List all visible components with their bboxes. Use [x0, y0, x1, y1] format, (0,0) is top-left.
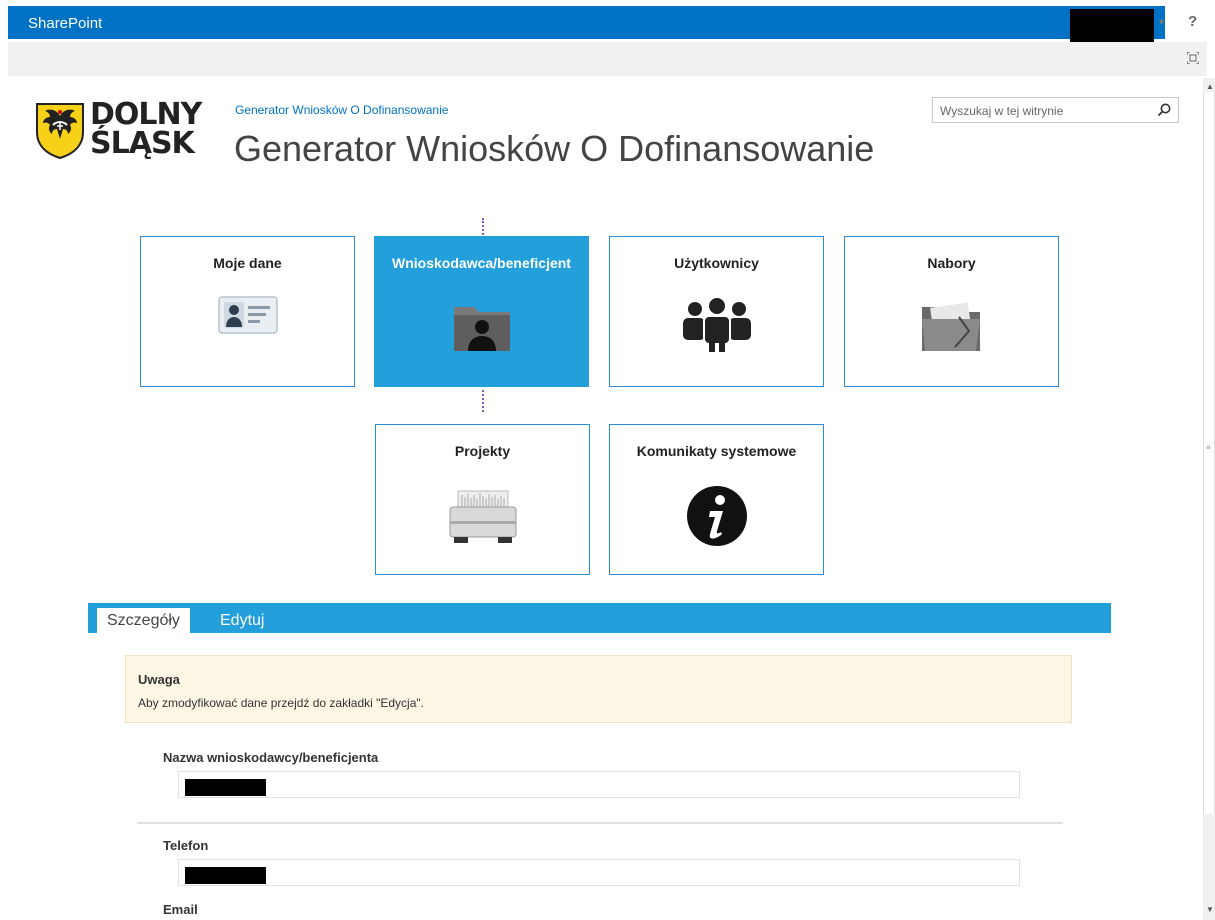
page-title: Generator Wniosków O Dofinansowanie: [234, 128, 875, 169]
notice-title: Uwaga: [138, 672, 180, 687]
field-label-nazwa: Nazwa wnioskodawcy/beneficjenta: [163, 750, 379, 765]
site-logo[interactable]: DOLNY ŚLĄSK: [35, 100, 215, 162]
field-label-telefon: Telefon: [163, 838, 209, 853]
scrollbar-grip-icon: ≡: [1206, 443, 1211, 452]
tile-label: Nabory: [927, 255, 976, 271]
id-card-icon: [217, 296, 278, 334]
tile-projekty[interactable]: Projekty: [375, 424, 590, 575]
tile-moje-dane[interactable]: Moje dane: [140, 236, 355, 387]
help-icon[interactable]: ?: [1188, 13, 1197, 30]
tile-label: Komunikaty systemowe: [636, 443, 797, 459]
suite-top-bar: SharePoint: [8, 6, 1165, 39]
field-value-telefon: [178, 859, 1020, 886]
focus-indicator-bottom: [482, 390, 486, 412]
focus-mode-icon[interactable]: [1187, 52, 1199, 64]
tile-label: Wnioskodawca/beneficjent: [392, 255, 571, 271]
info-icon: [686, 486, 747, 546]
notice-message: Aby zmodyfikować dane przejdź do zakładk…: [138, 696, 424, 710]
scroll-up-icon[interactable]: ▲: [1206, 82, 1214, 91]
scroll-down-icon[interactable]: ▼: [1206, 905, 1214, 914]
filing-tray-icon: [449, 490, 516, 543]
tile-uzytkownicy[interactable]: Użytkownicy: [609, 236, 824, 387]
user-folder-icon: [453, 307, 510, 351]
focus-indicator-top: [482, 218, 486, 238]
ribbon-bar: [8, 42, 1207, 76]
field-value-nazwa: [178, 771, 1020, 798]
sharepoint-brand-link[interactable]: SharePoint: [28, 15, 102, 32]
tile-label: Użytkownicy: [674, 255, 759, 271]
tile-nabory[interactable]: Nabory: [844, 236, 1059, 387]
search-box: [932, 97, 1179, 123]
users-group-icon: [682, 298, 751, 352]
coat-of-arms-icon: [36, 103, 84, 160]
scrollbar-thumb[interactable]: [1203, 92, 1215, 814]
tile-label: Moje dane: [213, 255, 282, 271]
logo-text: DOLNY ŚLĄSK: [90, 97, 202, 161]
tile-komunikaty[interactable]: Komunikaty systemowe: [609, 424, 824, 575]
divider: [137, 822, 1063, 824]
search-icon[interactable]: [1156, 102, 1172, 118]
chevron-down-icon[interactable]: ▼: [1157, 17, 1166, 27]
redacted-value: [185, 779, 266, 796]
tab-szczegoly[interactable]: Szczegóły: [97, 608, 190, 633]
field-label-email: Email: [163, 902, 198, 917]
search-input[interactable]: [938, 99, 1152, 123]
tile-label: Projekty: [454, 443, 511, 459]
redacted-value: [185, 867, 266, 884]
user-menu-button[interactable]: [1070, 9, 1154, 42]
breadcrumb[interactable]: Generator Wniosków O Dofinansowanie: [235, 103, 448, 117]
tile-wnioskodawca[interactable]: Wnioskodawca/beneficjent: [374, 236, 589, 387]
tab-edytuj[interactable]: Edytuj: [210, 608, 274, 633]
warning-notice: Uwaga Aby zmodyfikować dane przejdź do z…: [125, 655, 1072, 723]
document-folder-icon: [921, 302, 980, 352]
